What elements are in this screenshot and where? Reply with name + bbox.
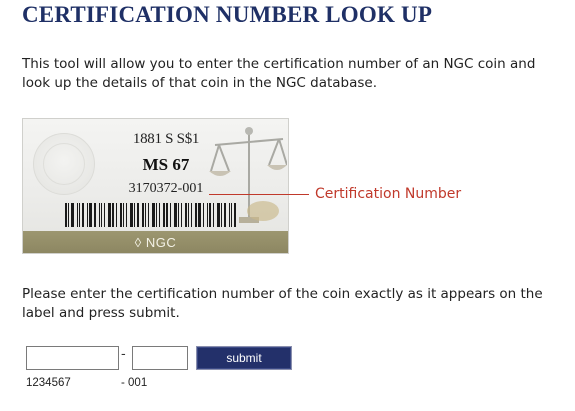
certification-number-hint: 1234567 [26,377,71,389]
certification-number-input[interactable] [26,346,119,370]
seal-emblem-icon [33,133,95,195]
input-separator: - [121,347,126,362]
callout-line [209,194,309,195]
instructions-text: Please enter the certification number of… [22,286,543,321]
intro-text: This tool will allow you to enter the ce… [22,56,536,91]
coin-description: 1881 S S$1 [132,131,200,147]
certification-suffix-input[interactable] [132,346,188,370]
certification-suffix-hint: - 001 [121,377,148,389]
coin-grade: MS 67 [142,155,190,174]
ngc-brand-text: NGC [145,235,177,250]
page-title: CERTIFICATION NUMBER LOOK UP [22,2,433,27]
certification-number-callout: Certification Number [315,186,462,202]
certification-label-image: 1881 S S$1 MS 67 3170372-001 ◊ NGC [22,118,289,254]
barcode-icon [65,203,239,227]
submit-button[interactable]: submit [196,346,292,370]
ngc-logo-icon: ◊ NGC [134,235,177,250]
